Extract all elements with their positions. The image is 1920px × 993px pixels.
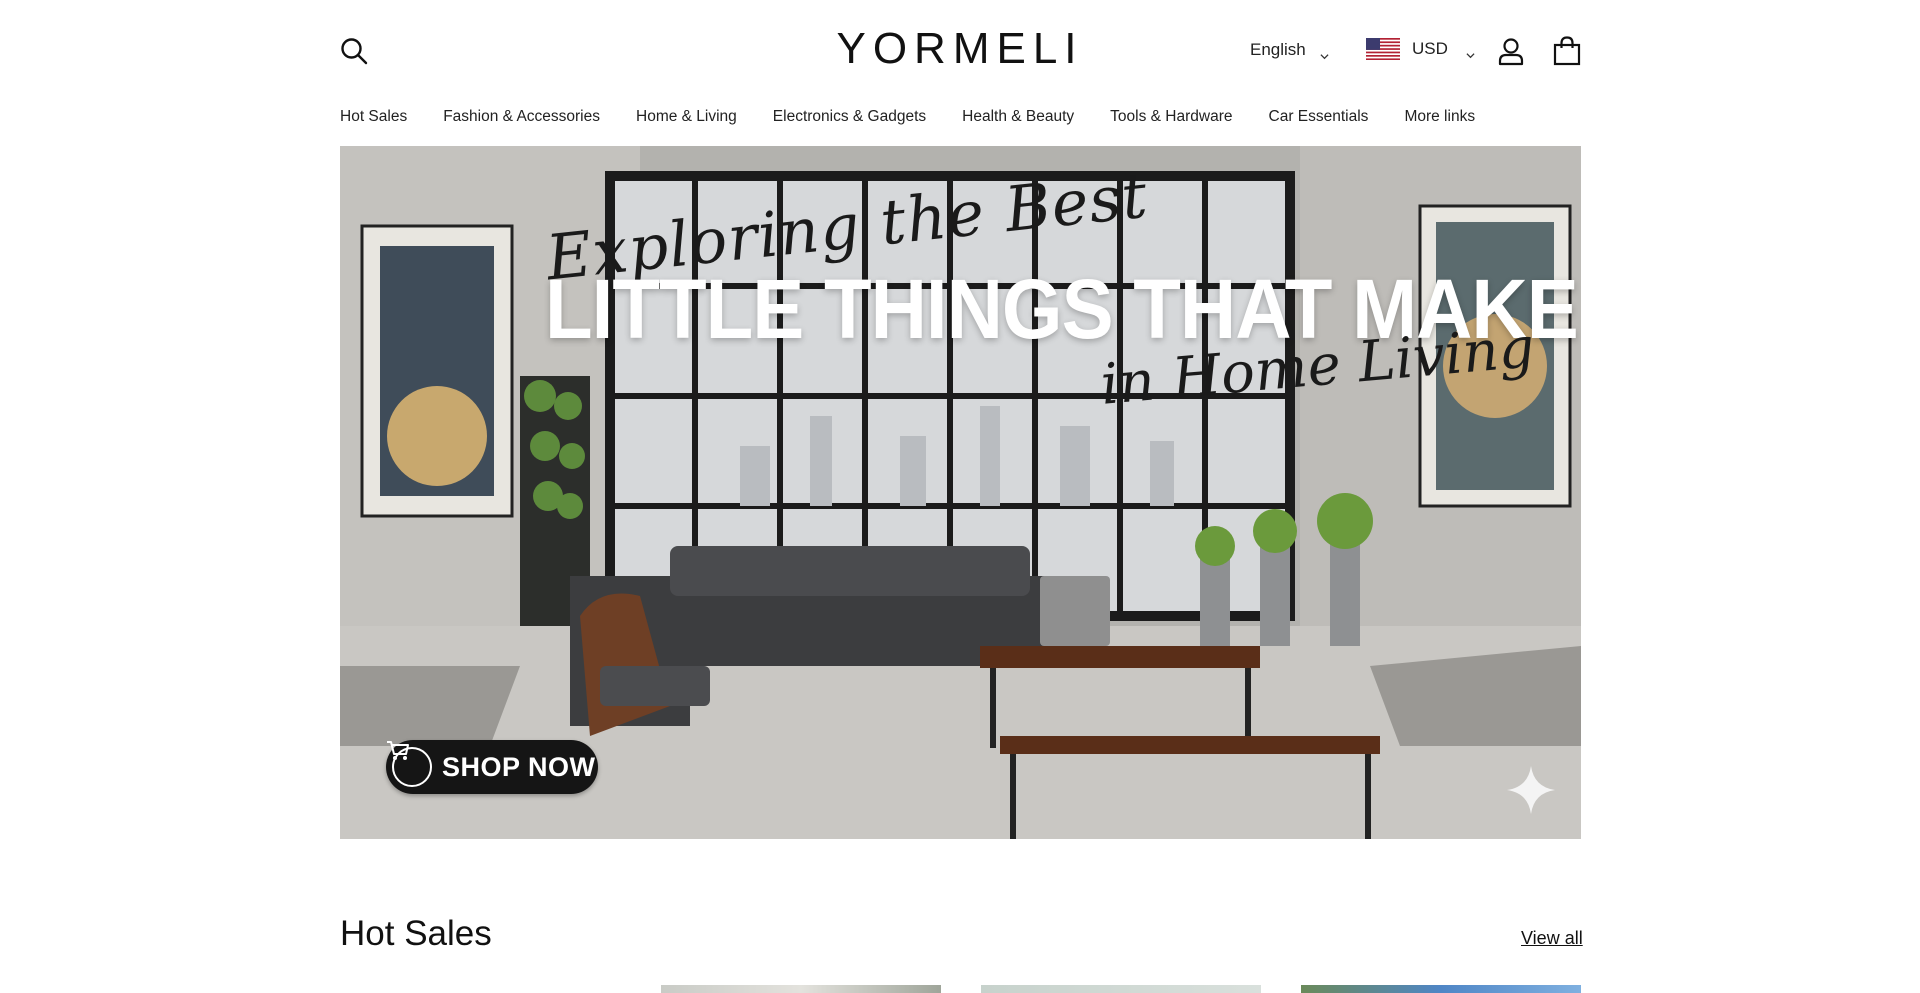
- site-header: YORMELI English USD: [0, 0, 1920, 100]
- view-all-link[interactable]: View all: [1521, 928, 1583, 949]
- product-thumbnail[interactable]: [661, 985, 941, 993]
- hero-banner[interactable]: Exploring the Best LITTLE THINGS THAT MA…: [340, 146, 1581, 839]
- shopping-bag-icon[interactable]: [1552, 35, 1582, 66]
- shop-now-button[interactable]: SHOP NOW: [386, 740, 598, 794]
- site-logo[interactable]: YORMELI: [0, 24, 1920, 74]
- section-title: Hot Sales: [340, 914, 492, 953]
- nav-item-hot-sales[interactable]: Hot Sales: [340, 108, 407, 126]
- language-label: English: [1250, 40, 1306, 59]
- language-selector[interactable]: English: [1250, 40, 1329, 60]
- shop-now-label: SHOP NOW: [442, 751, 596, 782]
- us-flag-icon: [1366, 38, 1400, 60]
- chevron-down-icon: [1466, 45, 1475, 58]
- product-thumbnail[interactable]: [1301, 985, 1581, 993]
- chevron-down-icon: [1320, 46, 1329, 59]
- sparkle-icon: [1507, 766, 1555, 814]
- nav-item-home-living[interactable]: Home & Living: [636, 108, 737, 126]
- user-icon[interactable]: [1496, 36, 1526, 66]
- nav-item-electronics-gadgets[interactable]: Electronics & Gadgets: [773, 108, 926, 126]
- nav-item-health-beauty[interactable]: Health & Beauty: [962, 108, 1074, 126]
- nav-item-fashion-accessories[interactable]: Fashion & Accessories: [443, 108, 600, 126]
- product-thumbnail[interactable]: [981, 985, 1261, 993]
- cart-icon: [387, 741, 432, 787]
- currency-selector[interactable]: USD: [1366, 38, 1475, 60]
- nav-item-car-essentials[interactable]: Car Essentials: [1269, 108, 1369, 126]
- main-nav: Hot Sales Fashion & Accessories Home & L…: [340, 108, 1511, 126]
- page: YORMELI English USD Hot Sales Fashion & …: [0, 0, 1920, 993]
- nav-item-more-links[interactable]: More links: [1404, 108, 1475, 126]
- nav-item-tools-hardware[interactable]: Tools & Hardware: [1110, 108, 1232, 126]
- currency-label: USD: [1412, 39, 1448, 58]
